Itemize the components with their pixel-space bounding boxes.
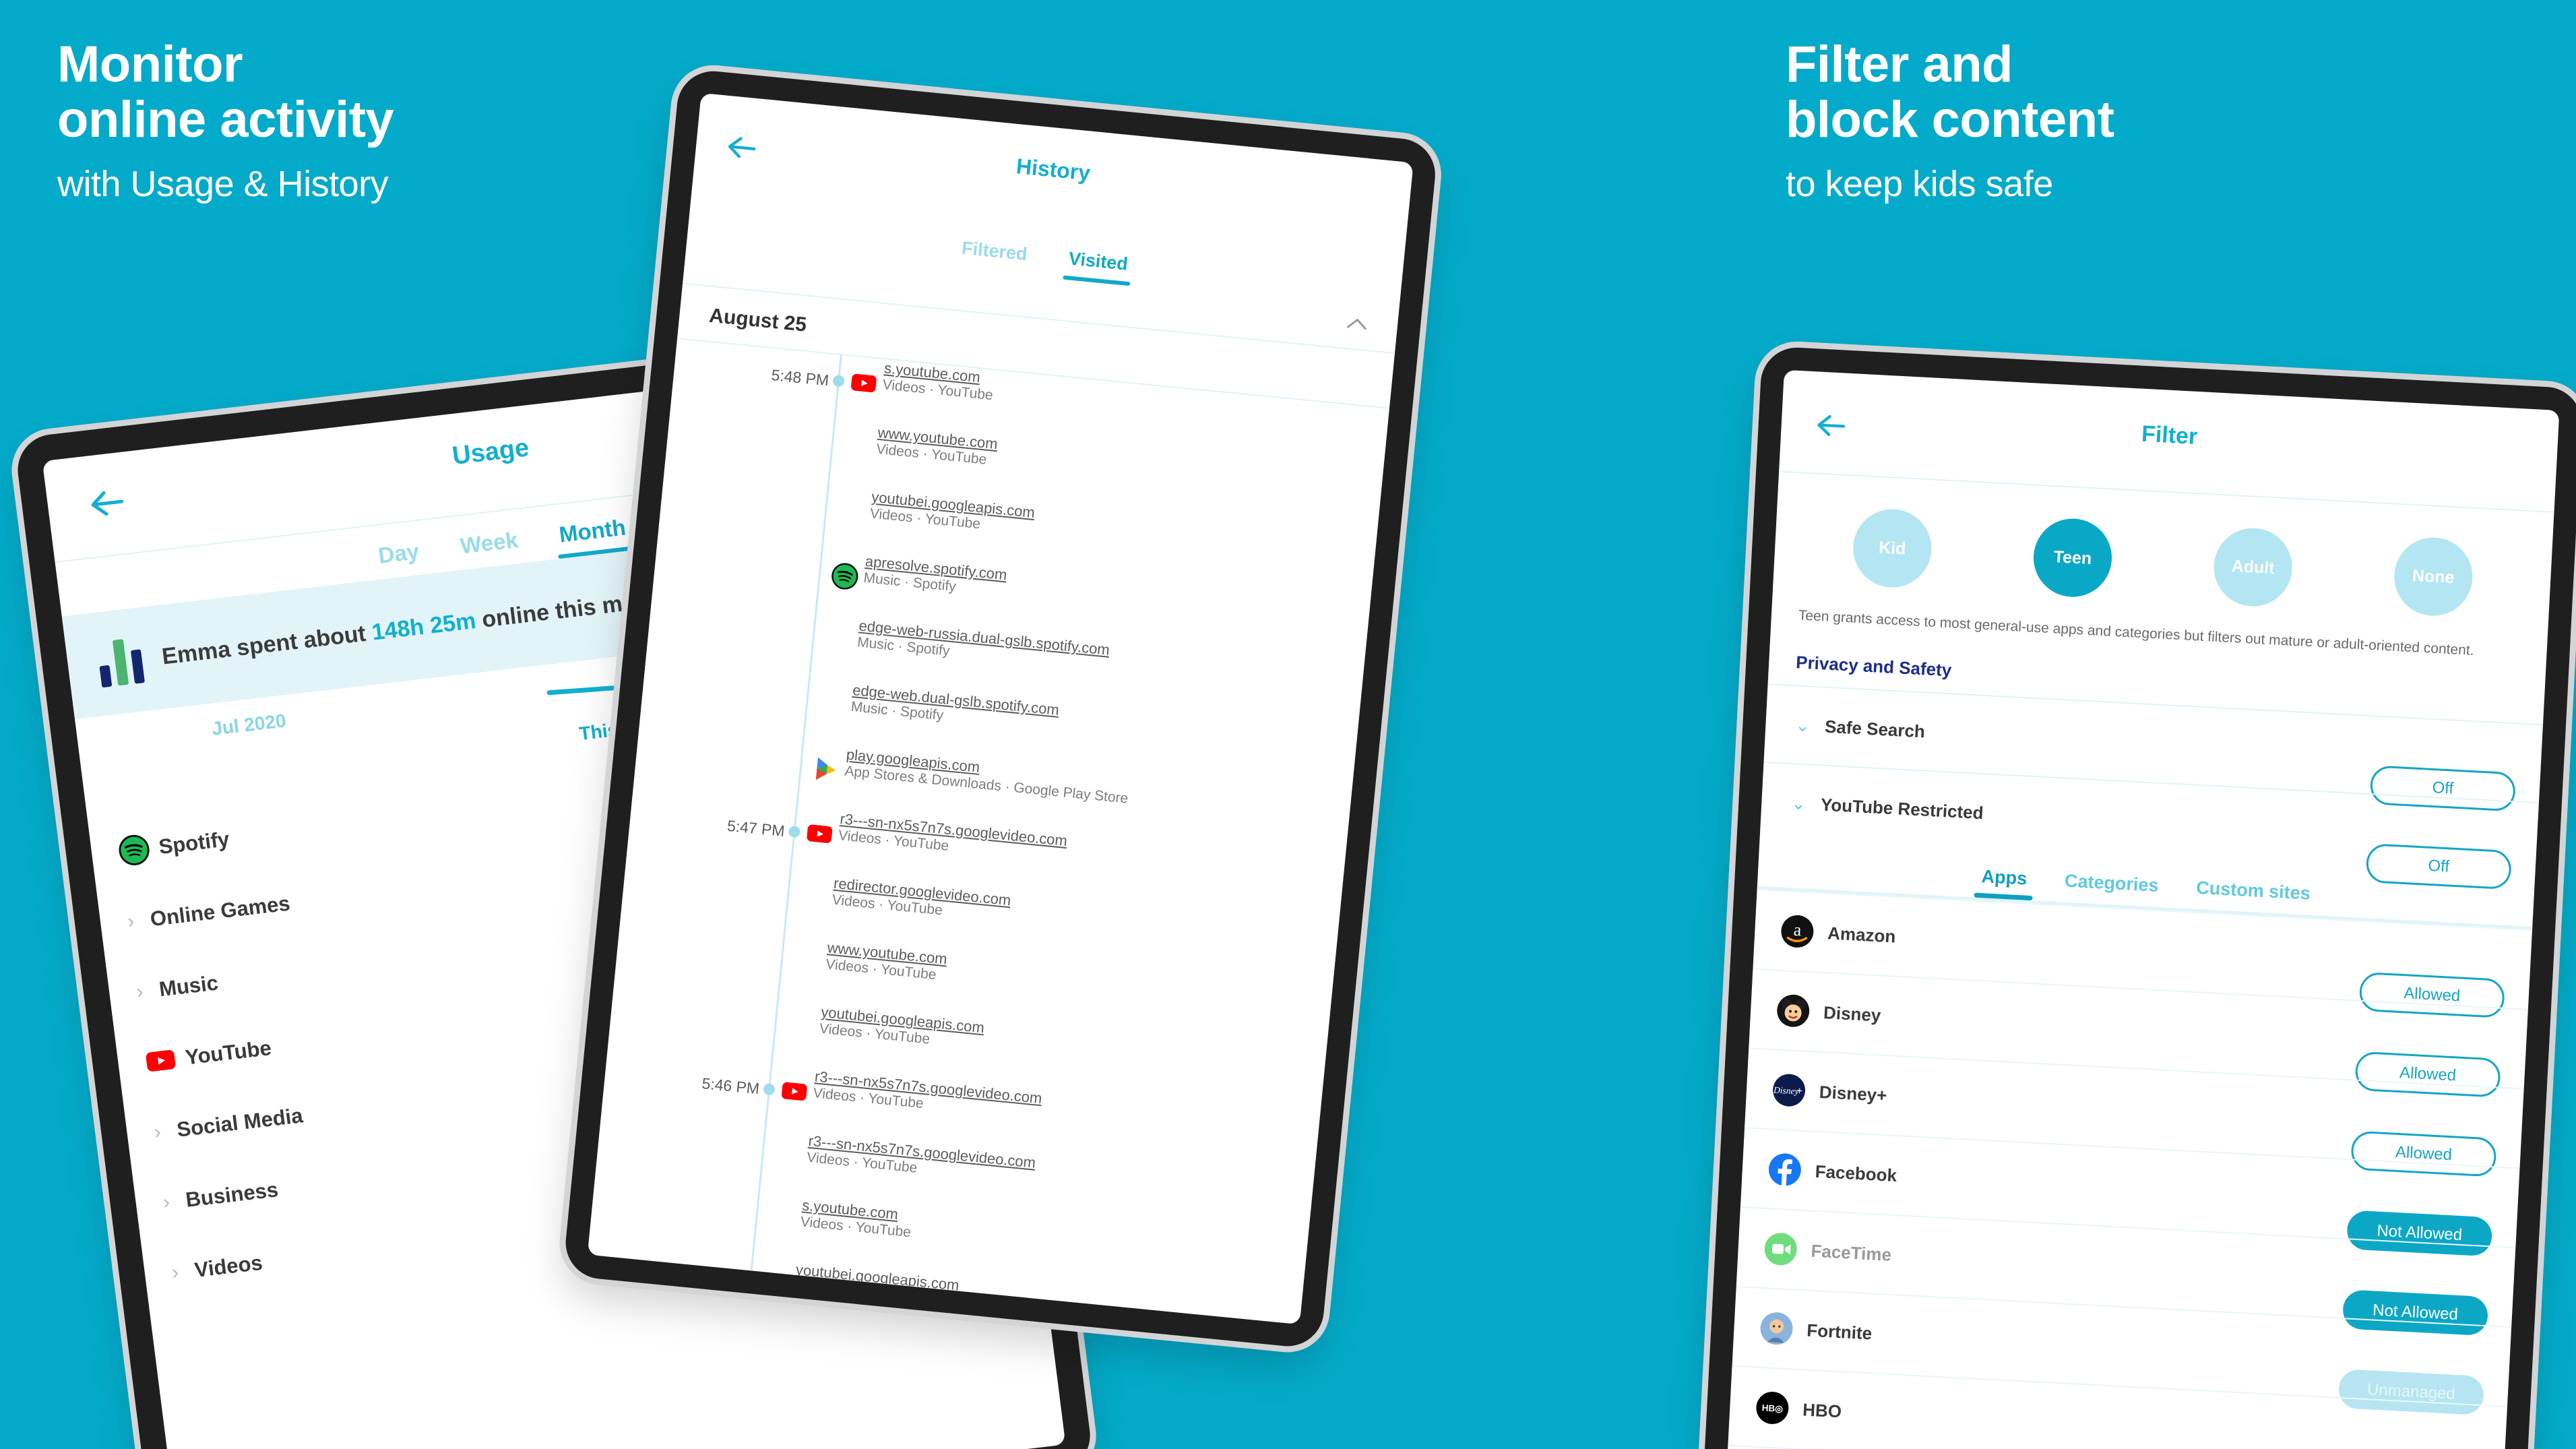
promo-canvas: Monitor online activity with Usage & His… [0,0,2576,1449]
filter-screen: Filter Kid Teen Adult None Teen grants a… [1724,369,2560,1449]
age-option-none[interactable]: None [2392,535,2475,618]
history-timeline: 5:48 PM s.youtube.com Videos · YouTube w… [588,339,1389,1324]
google-play-icon [815,757,836,780]
tab-categories[interactable]: Categories [2063,871,2159,907]
fortnite-icon [1760,1312,1793,1345]
youtube-icon [146,1049,176,1072]
timeline-dot [788,825,801,838]
chevron-right-icon: › [161,1190,171,1214]
filter-tablet: Filter Kid Teen Adult None Teen grants a… [1701,346,2576,1449]
chevron-up-icon[interactable] [1346,315,1369,332]
app-name: Amazon [1827,923,1897,947]
svg-text:a: a [1793,920,1802,940]
headline-right: Filter and block content to keep kids sa… [1786,36,2493,206]
app-name: Facebook [1815,1161,1897,1186]
bar-chart-icon [99,639,145,687]
headline-left-line1: Monitor [57,36,243,93]
chevron-right-icon: › [152,1120,162,1144]
age-option-teen[interactable]: Teen [2032,516,2114,599]
spotify-icon [119,834,150,865]
page-title: Filter [2141,421,2199,450]
svg-text:+: + [1796,1086,1803,1097]
history-entry-time: 5:46 PM [701,1074,761,1098]
facetime-icon [1764,1233,1797,1266]
headline-left-sub: with Usage & History [57,164,389,205]
youtube-icon [807,824,833,843]
app-name: Disney+ [1819,1081,1888,1106]
headline-right-sub: to keep kids safe [1786,164,2053,205]
chevron-right-icon: › [126,909,136,933]
usage-item-label: Music [157,970,220,1001]
age-option-adult[interactable]: Adult [2211,526,2294,609]
app-name: Fortnite [1806,1320,1873,1344]
headline-right-line2: block content [1786,91,2114,149]
youtube-icon [782,1082,807,1101]
timeline-dot [763,1082,776,1096]
tab-week[interactable]: Week [459,527,521,569]
headline-left: Monitor online activity with Usage & His… [57,36,731,206]
disney-plus-icon: Disney + [1773,1074,1806,1107]
headline-right-line1: Filter and [1786,36,2013,93]
usage-item-label: Videos [193,1250,264,1282]
usage-item-label: YouTube [183,1035,273,1070]
disney-icon [1777,995,1810,1028]
app-name: Disney [1823,1002,1882,1026]
facebook-icon [1768,1153,1801,1188]
app-name: FaceTime [1810,1240,1892,1265]
youtube-icon [851,373,877,393]
chevron-right-icon: › [170,1260,181,1284]
headline-left-line2: online activity [57,91,394,149]
chart-label-previous: Jul 2020 [210,710,288,739]
amazon-icon: a [1781,915,1814,948]
tab-custom-sites[interactable]: Custom sites [2195,877,2311,915]
status-badge[interactable]: Off [2365,843,2513,890]
usage-prefix: Emma spent about [160,619,374,670]
chevron-down-icon[interactable]: ⌄ [1791,793,1807,814]
svg-text:HB◎: HB◎ [1761,1403,1783,1415]
timeline-dot [832,375,845,388]
history-entry-time: 5:48 PM [770,366,830,390]
chevron-down-icon[interactable]: ⌄ [1795,714,1811,736]
history-tablet: History Filtered Visited August 25 5:48 … [562,67,1439,1350]
app-name: HBO [1802,1399,1842,1422]
usage-item-label: Social Media [175,1103,305,1142]
tab-apps[interactable]: Apps [1980,867,2028,900]
hbo-icon: HB◎ [1756,1392,1789,1425]
age-option-kid[interactable]: Kid [1851,507,1934,590]
chevron-right-icon: › [135,979,145,1003]
tab-day[interactable]: Day [377,538,422,580]
setting-label: YouTube Restricted [1820,794,1984,824]
usage-item-label: Online Games [148,890,292,931]
setting-label: Safe Search [1824,716,1926,742]
tab-month[interactable]: Month [558,515,629,559]
usage-item-label: Spotify [157,826,231,859]
history-screen: History Filtered Visited August 25 5:48 … [587,92,1414,1325]
history-entry-time: 5:47 PM [726,816,786,840]
usage-item-label: Business [184,1177,280,1212]
usage-total-time: 148h 25m [370,607,478,646]
spotify-icon [831,563,858,590]
tab-visited[interactable]: Visited [1067,248,1129,285]
